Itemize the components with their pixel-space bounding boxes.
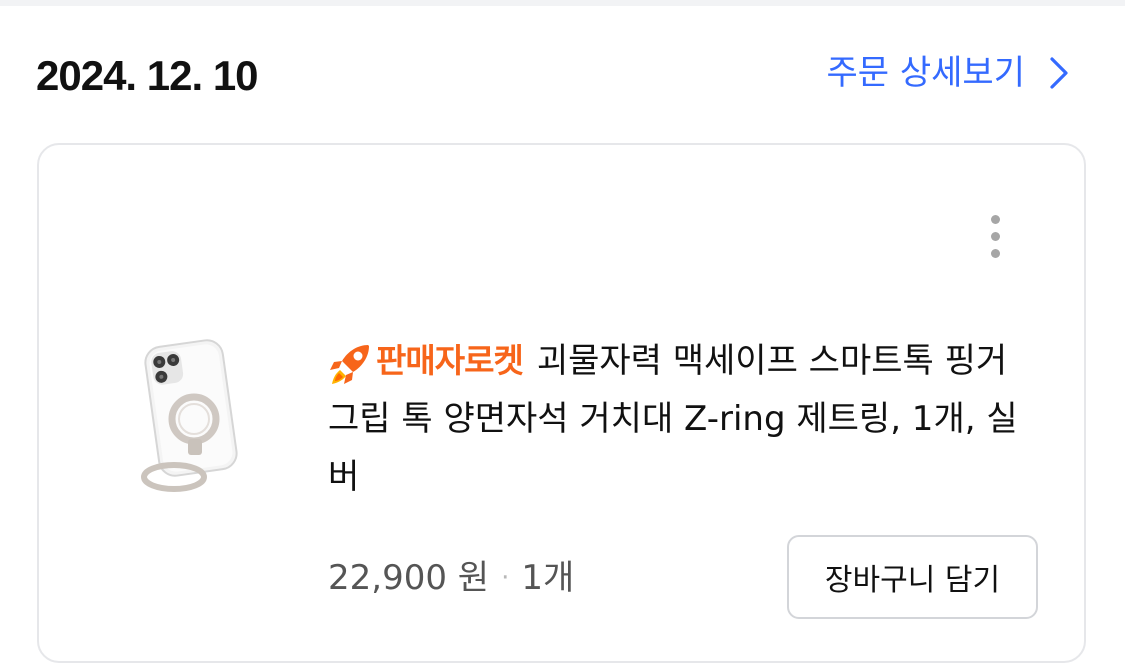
separator-dot: · xyxy=(501,563,510,593)
badge-label: 판매자로켓 xyxy=(376,341,524,380)
chevron-right-icon xyxy=(1050,57,1068,89)
kebab-menu-icon[interactable] xyxy=(975,208,1015,264)
seller-rocket-badge: 판매자로켓 xyxy=(328,332,524,390)
product-thumbnail[interactable] xyxy=(128,335,240,497)
price-row: 22,900 원 · 1개 xyxy=(328,553,574,603)
order-date: 2024. 12. 10 xyxy=(36,52,259,99)
product-quantity: 1개 xyxy=(521,558,575,598)
top-divider-strip xyxy=(0,0,1125,6)
order-detail-link[interactable]: 주문 상세보기 xyxy=(827,48,1070,98)
product-title-block[interactable]: 판매자로켓 괴물자력 맥세이프 스마트톡 핑거 그립 톡 양면자석 거치대 Z-… xyxy=(328,332,1048,506)
order-detail-label: 주문 상세보기 xyxy=(826,53,1026,93)
product-price: 22,900 원 xyxy=(328,558,490,598)
add-to-cart-button[interactable]: 장바구니 담기 xyxy=(787,535,1038,619)
rocket-icon xyxy=(330,345,369,384)
